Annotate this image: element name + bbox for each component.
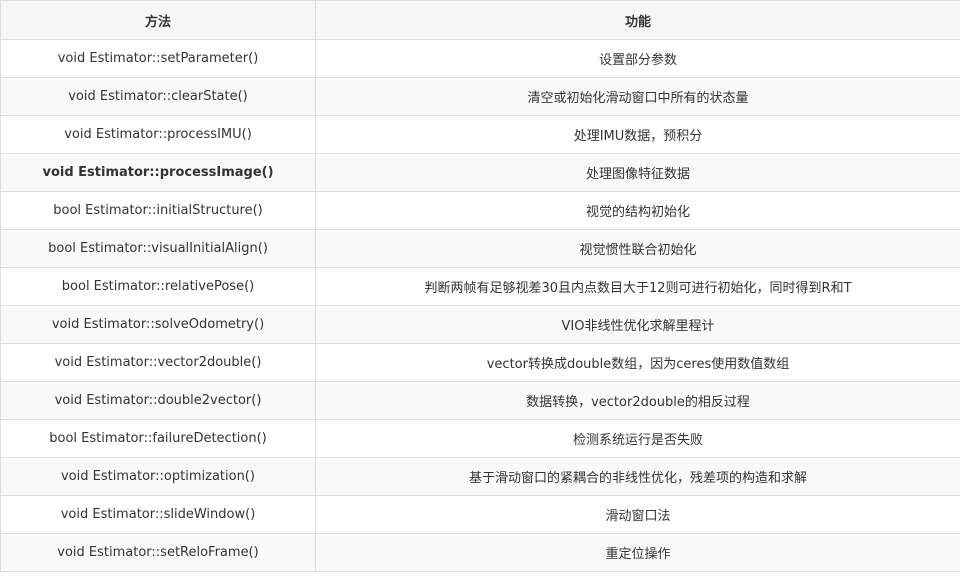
table-row: void Estimator::solveOdometry() VIO非线性优化求… <box>0 305 960 344</box>
function-cell: 滑动窗口法 <box>315 495 960 534</box>
method-cell: void Estimator::double2vector() <box>0 381 316 420</box>
table-row: bool Estimator::initialStructure() 视觉的结构初… <box>0 191 960 230</box>
header-function: 功能 <box>315 0 960 40</box>
table-body: void Estimator::setParameter() 设置部分参数 voi… <box>0 39 960 572</box>
table-row: void Estimator::processIMU() 处理IMU数据，预积分 <box>0 115 960 154</box>
function-cell: 处理IMU数据，预积分 <box>315 115 960 154</box>
methods-table: 方法 功能 void Estimator::setParameter() 设置部分… <box>0 0 960 572</box>
function-cell: 设置部分参数 <box>315 39 960 78</box>
method-cell: bool Estimator::visualInitialAlign() <box>0 229 316 268</box>
function-cell: 清空或初始化滑动窗口中所有的状态量 <box>315 77 960 116</box>
function-cell: 视觉惯性联合初始化 <box>315 229 960 268</box>
function-cell: VIO非线性优化求解里程计 <box>315 305 960 344</box>
table-row: void Estimator::double2vector() 数据转换，vect… <box>0 381 960 420</box>
function-cell: 检测系统运行是否失败 <box>315 419 960 458</box>
method-cell: bool Estimator::failureDetection() <box>0 419 316 458</box>
table-row: void Estimator::setParameter() 设置部分参数 <box>0 39 960 78</box>
method-cell: void Estimator::setParameter() <box>0 39 316 78</box>
method-cell: void Estimator::vector2double() <box>0 343 316 382</box>
header-method: 方法 <box>0 0 316 40</box>
function-cell: 基于滑动窗口的紧耦合的非线性优化，残差项的构造和求解 <box>315 457 960 496</box>
function-cell: 判断两帧有足够视差30且内点数目大于12则可进行初始化，同时得到R和T <box>315 267 960 306</box>
table-row: void Estimator::slideWindow() 滑动窗口法 <box>0 495 960 534</box>
function-cell: 数据转换，vector2double的相反过程 <box>315 381 960 420</box>
table-header-row: 方法 功能 <box>0 0 960 40</box>
method-cell: void Estimator::processIMU() <box>0 115 316 154</box>
table-row: bool Estimator::relativePose() 判断两帧有足够视差3… <box>0 267 960 306</box>
function-cell: 视觉的结构初始化 <box>315 191 960 230</box>
table-row: void Estimator::clearState() 清空或初始化滑动窗口中所… <box>0 77 960 116</box>
table-row: bool Estimator::failureDetection() 检测系统运行… <box>0 419 960 458</box>
method-cell: void Estimator::optimization() <box>0 457 316 496</box>
function-cell: 重定位操作 <box>315 533 960 572</box>
table-row: bool Estimator::visualInitialAlign() 视觉惯性… <box>0 229 960 268</box>
method-cell: void Estimator::solveOdometry() <box>0 305 316 344</box>
method-cell: void Estimator::slideWindow() <box>0 495 316 534</box>
function-cell: vector转换成double数组，因为ceres使用数值数组 <box>315 343 960 382</box>
method-cell: bool Estimator::initialStructure() <box>0 191 316 230</box>
method-cell: void Estimator::setReloFrame() <box>0 533 316 572</box>
table-row: void Estimator::optimization() 基于滑动窗口的紧耦合… <box>0 457 960 496</box>
table-row: void Estimator::vector2double() vector转换成… <box>0 343 960 382</box>
table-row: void Estimator::setReloFrame() 重定位操作 <box>0 533 960 572</box>
method-cell: void Estimator::processImage() <box>0 153 316 192</box>
method-cell: void Estimator::clearState() <box>0 77 316 116</box>
method-cell: bool Estimator::relativePose() <box>0 267 316 306</box>
table-row: void Estimator::processImage() 处理图像特征数据 <box>0 153 960 192</box>
function-cell: 处理图像特征数据 <box>315 153 960 192</box>
